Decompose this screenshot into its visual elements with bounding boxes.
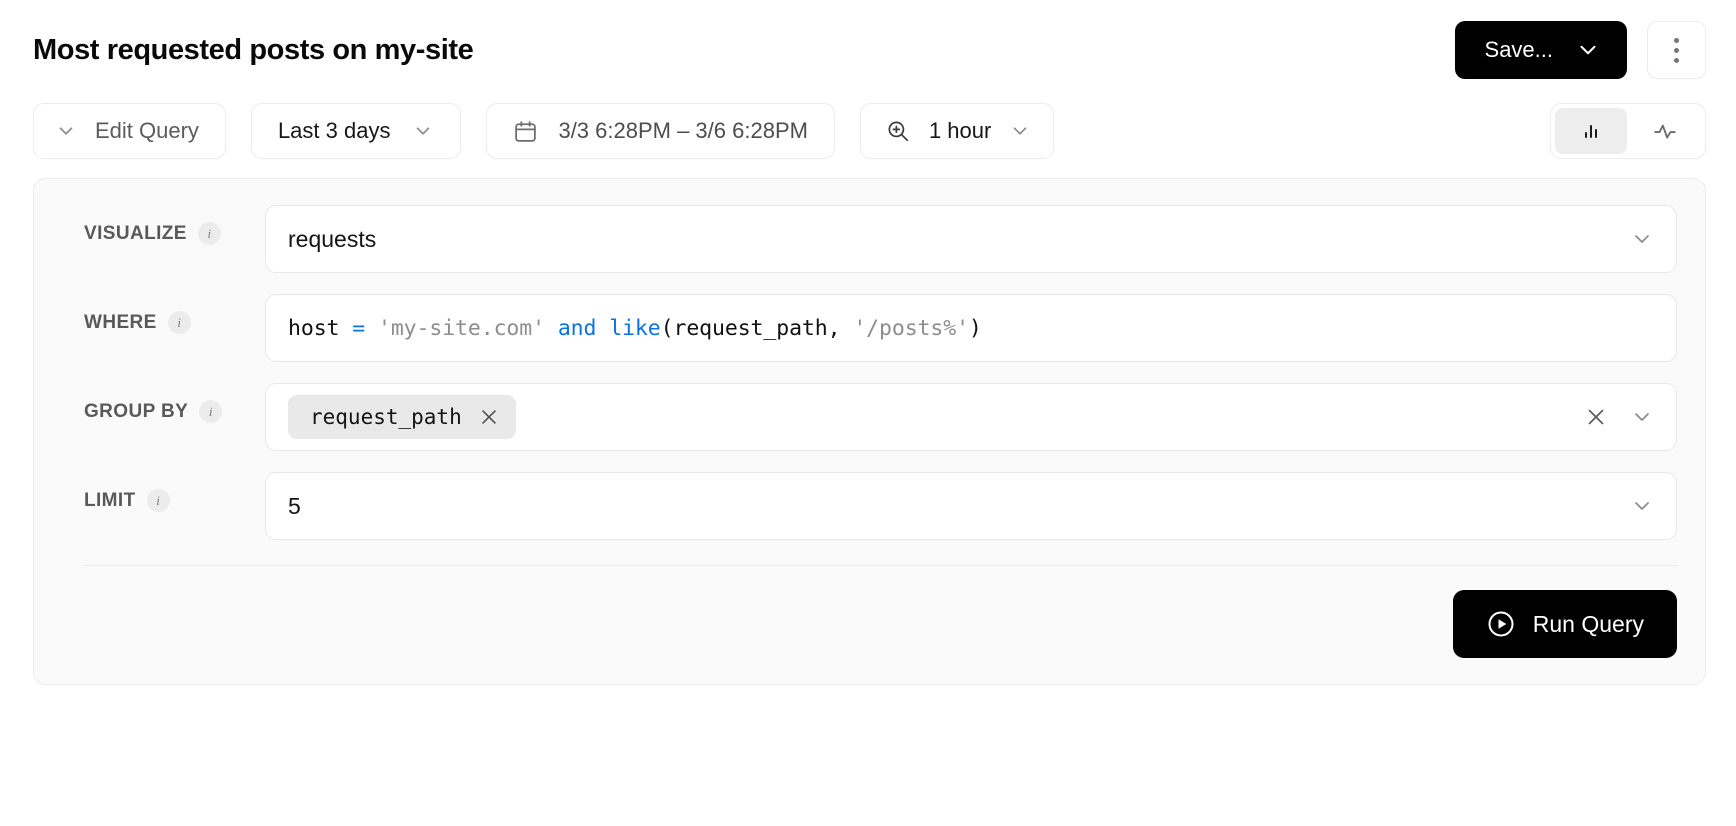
visualize-label: VISUALIZE bbox=[84, 223, 187, 245]
where-expression-text: host = 'my-site.com' and like(request_pa… bbox=[288, 316, 982, 341]
visualize-value: requests bbox=[288, 226, 1630, 253]
close-icon[interactable] bbox=[478, 406, 500, 428]
time-range-select[interactable]: Last 3 days bbox=[251, 103, 462, 159]
query-builder-page: Most requested posts on my-site Save... … bbox=[0, 0, 1736, 826]
info-icon[interactable]: i bbox=[198, 222, 221, 245]
limit-label-group: LIMIT i bbox=[58, 472, 265, 512]
play-circle-icon bbox=[1486, 609, 1516, 639]
chevron-down-icon bbox=[1009, 120, 1031, 142]
chevron-down-icon bbox=[412, 120, 434, 142]
group-by-controls bbox=[1568, 405, 1654, 429]
save-button-label: Save... bbox=[1485, 37, 1553, 63]
group-by-label-group: GROUP BY i bbox=[58, 383, 265, 423]
bar-chart-icon bbox=[1579, 119, 1603, 143]
limit-select[interactable]: 5 bbox=[265, 472, 1677, 540]
query-toolbar: Edit Query Last 3 days 3/3 6:28PM – 3/6 … bbox=[0, 78, 1736, 160]
where-row: WHERE i host = 'my-site.com' and like(re… bbox=[58, 294, 1677, 362]
limit-row: LIMIT i 5 bbox=[58, 472, 1677, 540]
interval-label: 1 hour bbox=[929, 118, 991, 144]
clear-group-by-icon[interactable] bbox=[1584, 405, 1608, 429]
save-button[interactable]: Save... bbox=[1455, 21, 1627, 79]
zoom-in-icon bbox=[885, 118, 911, 144]
edit-query-button[interactable]: Edit Query bbox=[33, 103, 226, 159]
line-chart-toggle-button[interactable] bbox=[1629, 108, 1701, 154]
chevron-down-icon bbox=[1630, 227, 1654, 251]
group-by-label: GROUP BY bbox=[84, 401, 188, 423]
group-by-row: GROUP BY i request_path bbox=[58, 383, 1677, 451]
chevron-down-icon bbox=[1630, 494, 1654, 518]
group-by-select[interactable]: request_path bbox=[265, 383, 1677, 451]
query-builder-card: VISUALIZE i requests WHERE i host = 'my-… bbox=[33, 178, 1706, 685]
date-range-label: 3/3 6:28PM – 3/6 6:28PM bbox=[558, 118, 808, 144]
visualize-select[interactable]: requests bbox=[265, 205, 1677, 273]
group-by-chip-label: request_path bbox=[310, 405, 462, 429]
info-icon[interactable]: i bbox=[168, 311, 191, 334]
interval-select[interactable]: 1 hour bbox=[860, 103, 1054, 159]
chevron-down-icon bbox=[1575, 37, 1601, 63]
limit-value: 5 bbox=[288, 493, 1630, 520]
chart-type-toggle bbox=[1550, 103, 1706, 159]
card-footer: Run Query bbox=[58, 566, 1677, 658]
run-query-label: Run Query bbox=[1533, 611, 1644, 638]
where-label: WHERE bbox=[84, 312, 157, 334]
edit-query-label: Edit Query bbox=[95, 118, 199, 144]
info-icon[interactable]: i bbox=[199, 400, 222, 423]
chevron-down-icon bbox=[55, 120, 77, 142]
bar-chart-toggle-button[interactable] bbox=[1555, 108, 1627, 154]
where-label-group: WHERE i bbox=[58, 294, 265, 334]
more-options-button[interactable] bbox=[1647, 21, 1706, 79]
limit-label: LIMIT bbox=[84, 490, 136, 512]
group-by-chip[interactable]: request_path bbox=[288, 395, 516, 439]
visualize-label-group: VISUALIZE i bbox=[58, 205, 265, 245]
run-query-button[interactable]: Run Query bbox=[1453, 590, 1677, 658]
calendar-icon bbox=[513, 119, 538, 144]
time-range-label: Last 3 days bbox=[278, 118, 391, 144]
info-icon[interactable]: i bbox=[147, 489, 170, 512]
visualize-row: VISUALIZE i requests bbox=[58, 205, 1677, 273]
more-vertical-icon bbox=[1674, 38, 1679, 63]
activity-line-icon bbox=[1652, 118, 1678, 144]
date-range-picker[interactable]: 3/3 6:28PM – 3/6 6:28PM bbox=[486, 103, 835, 159]
page-header: Most requested posts on my-site Save... bbox=[0, 0, 1736, 78]
page-title: Most requested posts on my-site bbox=[33, 33, 473, 68]
chevron-down-icon[interactable] bbox=[1630, 405, 1654, 429]
where-expression-input[interactable]: host = 'my-site.com' and like(request_pa… bbox=[265, 294, 1677, 362]
header-actions: Save... bbox=[1455, 21, 1706, 79]
